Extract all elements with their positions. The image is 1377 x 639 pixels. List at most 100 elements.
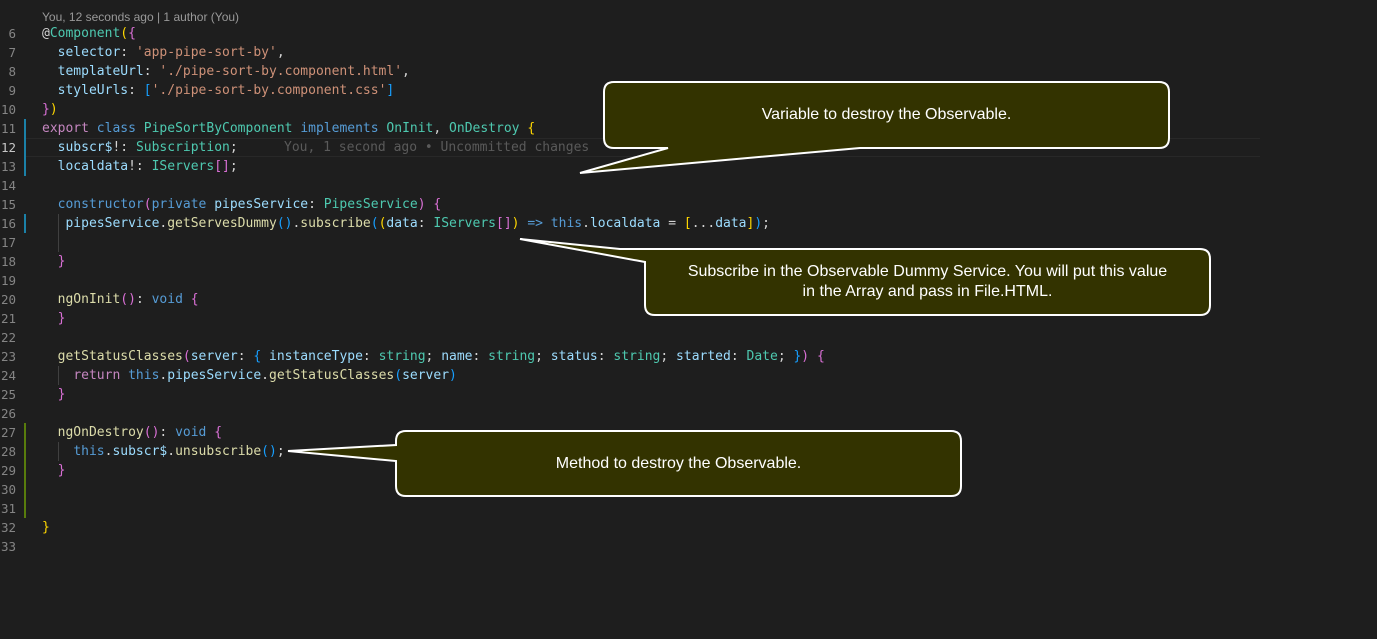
- line-number[interactable]: 32: [0, 518, 16, 537]
- code-line[interactable]: }: [42, 385, 66, 404]
- code-token: started: [676, 349, 731, 364]
- indent-guide: [58, 366, 59, 385]
- code-token: status: [550, 349, 598, 364]
- code-line[interactable]: ngOnInit(): void {: [42, 290, 199, 309]
- code-line[interactable]: subscr$!: Subscription; You, 1 second ago…: [42, 138, 590, 157]
- code-line[interactable]: ngOnDestroy(): void {: [42, 423, 222, 442]
- code-token: ): [449, 368, 457, 383]
- line-number[interactable]: 21: [0, 309, 16, 328]
- line-number[interactable]: 31: [0, 499, 16, 518]
- code-line[interactable]: @Component({: [42, 24, 136, 43]
- editor-area[interactable]: 5 You, 12 seconds ago | 1 author (You) 6…: [0, 0, 1377, 639]
- code-token: localdata: [589, 216, 661, 231]
- code-token: {: [527, 121, 536, 136]
- code-token: :: [472, 349, 489, 364]
- code-line[interactable]: selector: 'app-pipe-sort-by',: [42, 43, 285, 62]
- line-number[interactable]: 12: [0, 138, 16, 157]
- line-number[interactable]: 29: [0, 461, 16, 480]
- code-token: {: [816, 349, 825, 364]
- code-line[interactable]: localdata!: IServers[];: [42, 157, 238, 176]
- git-modified-indicator[interactable]: [24, 214, 26, 233]
- code-token: ;: [425, 349, 442, 364]
- code-token: (): [261, 444, 277, 459]
- code-token: []: [214, 159, 230, 174]
- line-number[interactable]: 13: [0, 157, 16, 176]
- code-line[interactable]: styleUrls: ['./pipe-sort-by.component.cs…: [42, 81, 395, 100]
- code-token: this: [550, 216, 583, 231]
- code-token: {: [128, 26, 136, 41]
- line-number[interactable]: 18: [0, 252, 16, 271]
- code-line[interactable]: export class PipeSortByComponent impleme…: [42, 119, 535, 138]
- code-token: .: [582, 216, 590, 231]
- line-number[interactable]: 20: [0, 290, 16, 309]
- code-token: selector: [57, 45, 121, 60]
- code-token: OnDestroy: [449, 121, 520, 136]
- code-token: .: [261, 368, 269, 383]
- line-number[interactable]: 8: [0, 62, 16, 81]
- code-token: getStatusClasses: [269, 368, 395, 383]
- code-token: void: [175, 425, 207, 440]
- code-line[interactable]: constructor(private pipesService: PipesS…: [42, 195, 442, 214]
- code-line[interactable]: pipesService.getServesDummy().subscribe(…: [42, 214, 770, 233]
- line-number[interactable]: 19: [0, 271, 16, 290]
- line-number[interactable]: 16: [0, 214, 16, 233]
- code-line[interactable]: return this.pipesService.getStatusClasse…: [42, 366, 457, 385]
- line-number[interactable]: 15: [0, 195, 16, 214]
- code-line[interactable]: }: [42, 518, 50, 537]
- line-number[interactable]: 6: [0, 24, 16, 43]
- code-token: OnInit: [386, 121, 434, 136]
- line-number[interactable]: 9: [0, 81, 16, 100]
- code-token: {: [253, 349, 262, 364]
- code-line[interactable]: }: [42, 309, 66, 328]
- code-token: (: [143, 197, 152, 212]
- code-line[interactable]: getStatusClasses(server: { instanceType:…: [42, 347, 825, 366]
- line-number[interactable]: 27: [0, 423, 16, 442]
- line-number[interactable]: 24: [0, 366, 16, 385]
- code-line[interactable]: }: [42, 252, 66, 271]
- code-token: unsubscribe: [175, 444, 262, 459]
- code-token: 'app-pipe-sort-by': [135, 45, 277, 60]
- line-number[interactable]: 26: [0, 404, 16, 423]
- line-number[interactable]: 7: [0, 43, 16, 62]
- callout-subscribe-line-1: Subscribe in the Observable Dummy Servic…: [687, 263, 1168, 280]
- git-added-indicator[interactable]: [24, 423, 26, 518]
- code-token: this: [73, 444, 105, 459]
- line-number[interactable]: 22: [0, 328, 16, 347]
- code-token: (): [120, 292, 136, 307]
- code-token: Date: [746, 349, 778, 364]
- code-token: pipesService: [167, 368, 262, 383]
- code-line[interactable]: }: [42, 461, 66, 480]
- code-token: @: [42, 26, 50, 41]
- code-token: ): [801, 349, 810, 364]
- line-number[interactable]: 17: [0, 233, 16, 252]
- code-token: ]: [386, 83, 395, 98]
- code-token: ;: [229, 140, 238, 155]
- code-line[interactable]: }): [42, 100, 58, 119]
- line-number[interactable]: 25: [0, 385, 16, 404]
- line-number[interactable]: 23: [0, 347, 16, 366]
- code-token: }: [57, 387, 66, 402]
- code-token: ): [754, 216, 763, 231]
- code-token: IServers: [151, 159, 215, 174]
- line-number[interactable]: 33: [0, 537, 16, 556]
- code-line[interactable]: templateUrl: './pipe-sort-by.component.h…: [42, 62, 410, 81]
- line-number[interactable]: 28: [0, 442, 16, 461]
- code-token: IServers: [433, 216, 496, 231]
- line-number[interactable]: 10: [0, 100, 16, 119]
- line-number[interactable]: 14: [0, 176, 16, 195]
- code-token: void: [151, 292, 183, 307]
- line-number[interactable]: 30: [0, 480, 16, 499]
- git-modified-indicator[interactable]: [24, 119, 26, 176]
- code-token: (): [276, 216, 293, 231]
- codelens-git-author[interactable]: You, 12 seconds ago | 1 author (You): [42, 9, 239, 25]
- code-line[interactable]: this.subscr$.unsubscribe();: [42, 442, 284, 461]
- code-token: :: [128, 83, 144, 98]
- line-number[interactable]: 11: [0, 119, 16, 138]
